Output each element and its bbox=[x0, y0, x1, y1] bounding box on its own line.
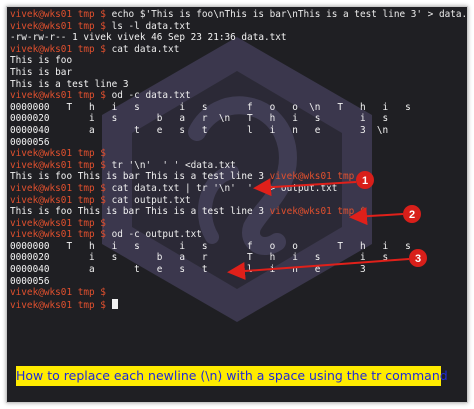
arrow-3 bbox=[227, 258, 410, 280]
annotation-arrows: 1 2 3 bbox=[227, 171, 427, 280]
terminal-window[interactable]: vivek@wks01 tmp $ echo $'This is foo\nTh… bbox=[6, 6, 468, 403]
marker-1-label: 1 bbox=[362, 175, 368, 187]
arrow-2 bbox=[349, 207, 404, 226]
marker-2-label: 2 bbox=[409, 209, 415, 221]
marker-3-label: 3 bbox=[415, 253, 421, 265]
arrow-1 bbox=[253, 178, 357, 197]
caption-banner: How to replace each newline (\n) with a … bbox=[16, 366, 448, 386]
